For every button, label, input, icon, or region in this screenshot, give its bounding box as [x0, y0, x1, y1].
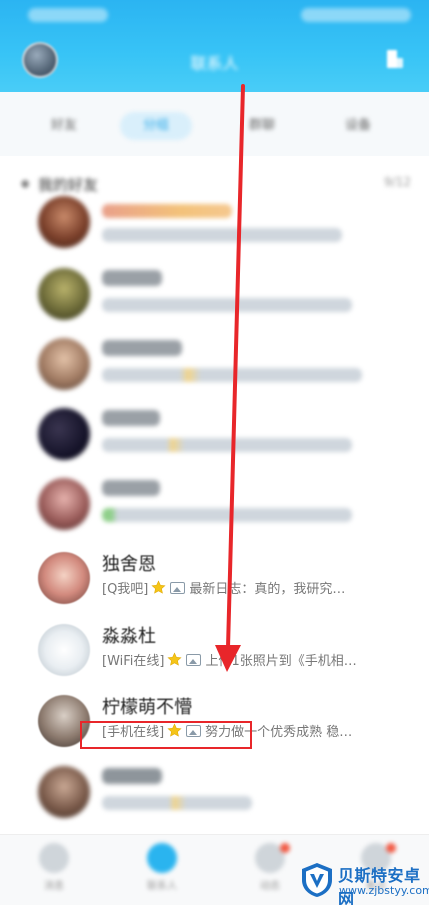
contact-row[interactable]: 独舍恩 [Q我吧] 最新日志：真的，我研究… — [0, 546, 429, 616]
avatar — [38, 478, 90, 530]
picture-icon — [170, 582, 186, 594]
contact-row[interactable]: 淼淼杜 [WiFi在线] 上传1张照片到《手机相… — [0, 618, 429, 688]
contact-row[interactable] — [0, 196, 429, 266]
avatar — [38, 338, 90, 390]
add-contact-icon[interactable] — [385, 48, 405, 72]
status-carrier — [28, 8, 108, 22]
contact-name — [102, 340, 182, 356]
notification-dot — [386, 843, 396, 853]
contact-status-line — [102, 228, 342, 242]
chevron-down-icon: ◉ — [20, 176, 31, 190]
group-name: 我的好友 — [38, 176, 99, 194]
contact-name — [102, 270, 162, 286]
tab-chats[interactable]: 群聊 — [226, 112, 298, 140]
shield-logo-icon — [302, 863, 332, 897]
contact-status-line — [102, 438, 352, 452]
nav-feed[interactable]: 动态 — [240, 843, 300, 899]
nav-contacts[interactable]: 联系人 — [132, 843, 192, 899]
contact-name: 淼淼杜 — [102, 626, 156, 647]
tab-friends[interactable]: 好友 — [28, 112, 100, 140]
contact-status-line — [102, 508, 352, 522]
notification-dot — [280, 843, 290, 853]
contact-status-line: [Q我吧] 最新日志：真的，我研究… — [102, 580, 345, 600]
nav-messages[interactable]: 消息 — [24, 843, 84, 899]
header-bar: 联系人 — [0, 0, 429, 92]
contact-row[interactable] — [0, 472, 429, 542]
status-icons — [301, 8, 411, 22]
avatar — [38, 268, 90, 320]
header-title: 联系人 — [190, 54, 239, 73]
contact-signature: 上传1张照片到《手机相… — [205, 654, 357, 669]
contact-status-line — [102, 796, 252, 810]
nav-label: 动态 — [260, 881, 280, 892]
contact-name — [102, 410, 160, 426]
nav-label: 消息 — [44, 881, 64, 892]
avatar — [38, 408, 90, 460]
nav-label: 联系人 — [147, 881, 177, 892]
contact-name: 柠檬萌不懵 — [102, 697, 192, 718]
contact-status-line: [WiFi在线] 上传1张照片到《手机相… — [102, 652, 357, 672]
picture-icon — [186, 654, 202, 666]
watermark: 贝斯特安卓网 www.zjbstyy.com — [296, 858, 429, 905]
contact-name: 独舍恩 — [102, 554, 156, 575]
contact-row[interactable] — [0, 402, 429, 472]
tab-devices[interactable]: 设备 — [322, 112, 394, 140]
watermark-url: www.zjbstyy.com — [339, 884, 429, 897]
online-status: [WiFi在线] — [102, 654, 165, 669]
contact-name — [102, 480, 160, 496]
contact-status-line — [102, 298, 352, 312]
contact-name — [102, 768, 162, 784]
group-count: 9/12 — [384, 175, 411, 189]
contact-row[interactable] — [0, 760, 429, 830]
status-bar — [0, 0, 429, 32]
contact-tabs: 好友 分组 群聊 设备 — [0, 92, 429, 156]
contact-status-line — [102, 368, 362, 382]
tab-groups[interactable]: 分组 — [120, 112, 192, 140]
avatar — [38, 552, 90, 604]
contact-signature: 最新日志：真的，我研究… — [189, 582, 346, 597]
online-status: [Q我吧] — [102, 582, 149, 597]
contact-row[interactable] — [0, 262, 429, 332]
star-icon — [167, 652, 183, 666]
contacts-icon — [147, 843, 177, 873]
avatar — [38, 766, 90, 818]
avatar — [38, 196, 90, 248]
message-icon — [39, 843, 69, 873]
avatar — [38, 624, 90, 676]
contact-name — [102, 204, 232, 218]
highlight-box — [80, 721, 252, 749]
contact-row[interactable] — [0, 332, 429, 402]
star-icon — [151, 580, 166, 594]
